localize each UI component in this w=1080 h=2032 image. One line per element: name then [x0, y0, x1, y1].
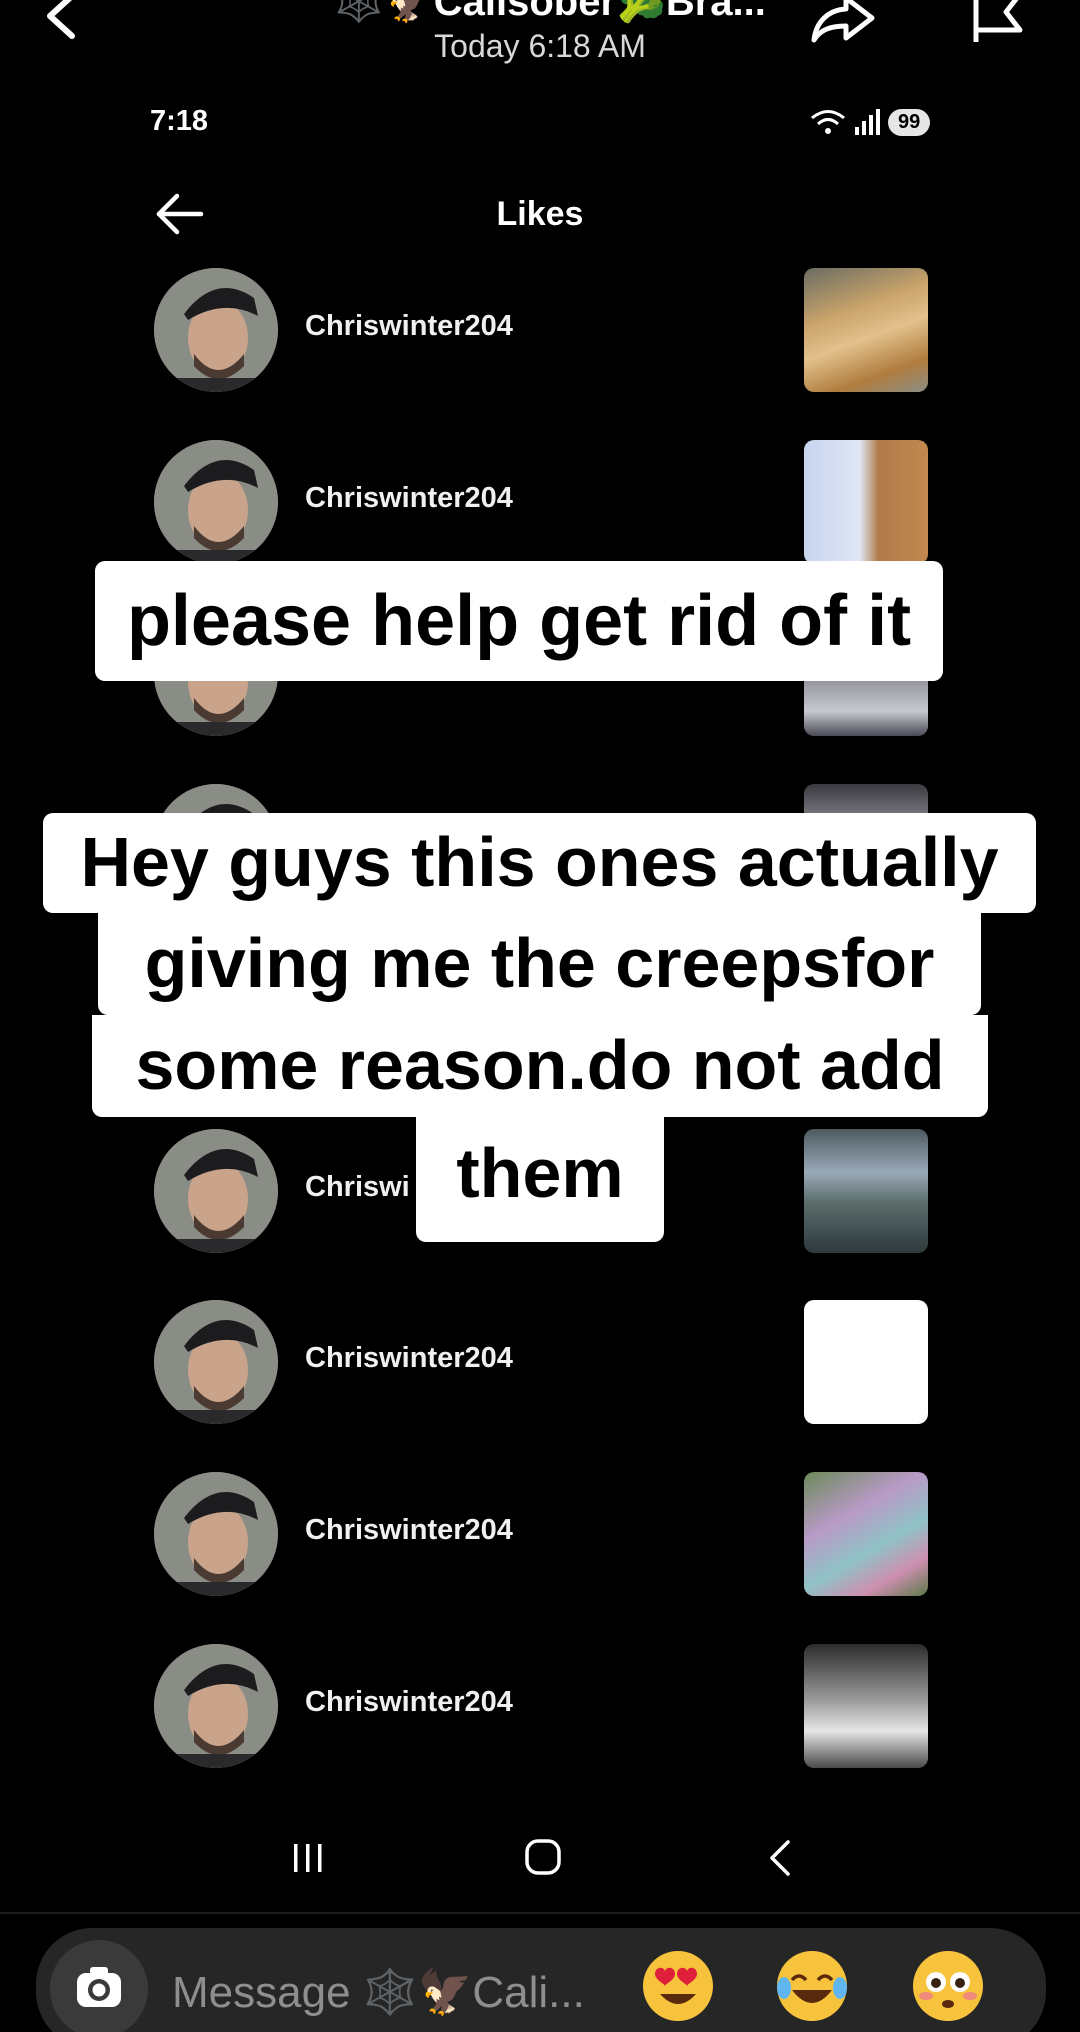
status-time: 7:18: [150, 105, 209, 137]
username[interactable]: Chriswi: [305, 1171, 410, 1204]
profile-photo-icon: [154, 268, 278, 392]
username[interactable]: Chriswinter204: [305, 1514, 513, 1547]
like-row[interactable]: Chriswinter204: [150, 1472, 930, 1596]
post-thumbnail[interactable]: [804, 1472, 928, 1596]
avatar[interactable]: [154, 440, 278, 564]
camera-icon: [77, 1967, 121, 2007]
conversation-title[interactable]: 🕸️🦅Calisober🥦Bra...: [290, 0, 810, 25]
back-arrow-icon[interactable]: [155, 192, 205, 236]
nav-back-icon[interactable]: [764, 1838, 794, 1878]
tears-of-joy-emoji-icon[interactable]: [774, 1948, 850, 2024]
signal-icon: [855, 109, 880, 135]
avatar[interactable]: [154, 268, 278, 392]
message-input[interactable]: Message 🕸️🦅Cali...: [172, 1966, 585, 2018]
username[interactable]: Chriswinter204: [305, 1686, 513, 1719]
flag-icon[interactable]: [970, 0, 1030, 50]
home-icon[interactable]: [524, 1838, 562, 1876]
like-row[interactable]: Chriswinter204: [150, 440, 930, 564]
dm-header: 🕸️🦅Calisober🥦Bra... Today 6:18 AM: [0, 0, 1080, 80]
caption-text: some reason.do not add: [92, 1015, 988, 1117]
caption-text: Hey guys this ones actually: [43, 813, 1036, 913]
caption-text: them: [416, 1117, 664, 1242]
recent-apps-icon[interactable]: [290, 1840, 326, 1876]
profile-photo-icon: [154, 440, 278, 564]
caption-text: giving me the creepsfor: [98, 913, 981, 1015]
profile-photo-icon: [154, 1472, 278, 1596]
camera-button[interactable]: [50, 1940, 148, 2032]
username[interactable]: Chriswinter204: [305, 1342, 513, 1375]
like-row[interactable]: Chriswinter204: [150, 1644, 930, 1768]
profile-photo-icon: [154, 1644, 278, 1768]
heart-eyes-emoji-icon[interactable]: [640, 1948, 716, 2024]
flushed-face-emoji-icon[interactable]: [910, 1948, 986, 2024]
post-thumbnail[interactable]: [804, 440, 928, 564]
caption-text: please help get rid of it: [95, 561, 943, 681]
avatar[interactable]: [154, 1472, 278, 1596]
profile-photo-icon: [154, 1300, 278, 1424]
avatar[interactable]: [154, 1129, 278, 1253]
divider: [0, 1912, 1080, 1914]
message-composer[interactable]: Message 🕸️🦅Cali...: [36, 1928, 1046, 2032]
battery-level: 99: [888, 108, 931, 136]
avatar[interactable]: [154, 1300, 278, 1424]
share-forward-icon[interactable]: [808, 0, 878, 48]
username[interactable]: Chriswinter204: [305, 310, 513, 343]
page-title: Likes: [496, 195, 584, 233]
username[interactable]: Chriswinter204: [305, 482, 513, 515]
message-timestamp: Today 6:18 AM: [434, 28, 646, 64]
like-row[interactable]: Chriswinter204: [150, 1300, 930, 1424]
wifi-icon: [811, 110, 845, 134]
like-row[interactable]: Chriswinter204: [150, 268, 930, 392]
back-chevron-icon[interactable]: [40, 0, 84, 50]
profile-photo-icon: [154, 1129, 278, 1253]
avatar[interactable]: [154, 1644, 278, 1768]
post-thumbnail[interactable]: [804, 268, 928, 392]
post-thumbnail[interactable]: [804, 1300, 928, 1424]
status-icons: 99: [808, 104, 931, 140]
post-thumbnail[interactable]: [804, 1129, 928, 1253]
post-thumbnail[interactable]: [804, 1644, 928, 1768]
